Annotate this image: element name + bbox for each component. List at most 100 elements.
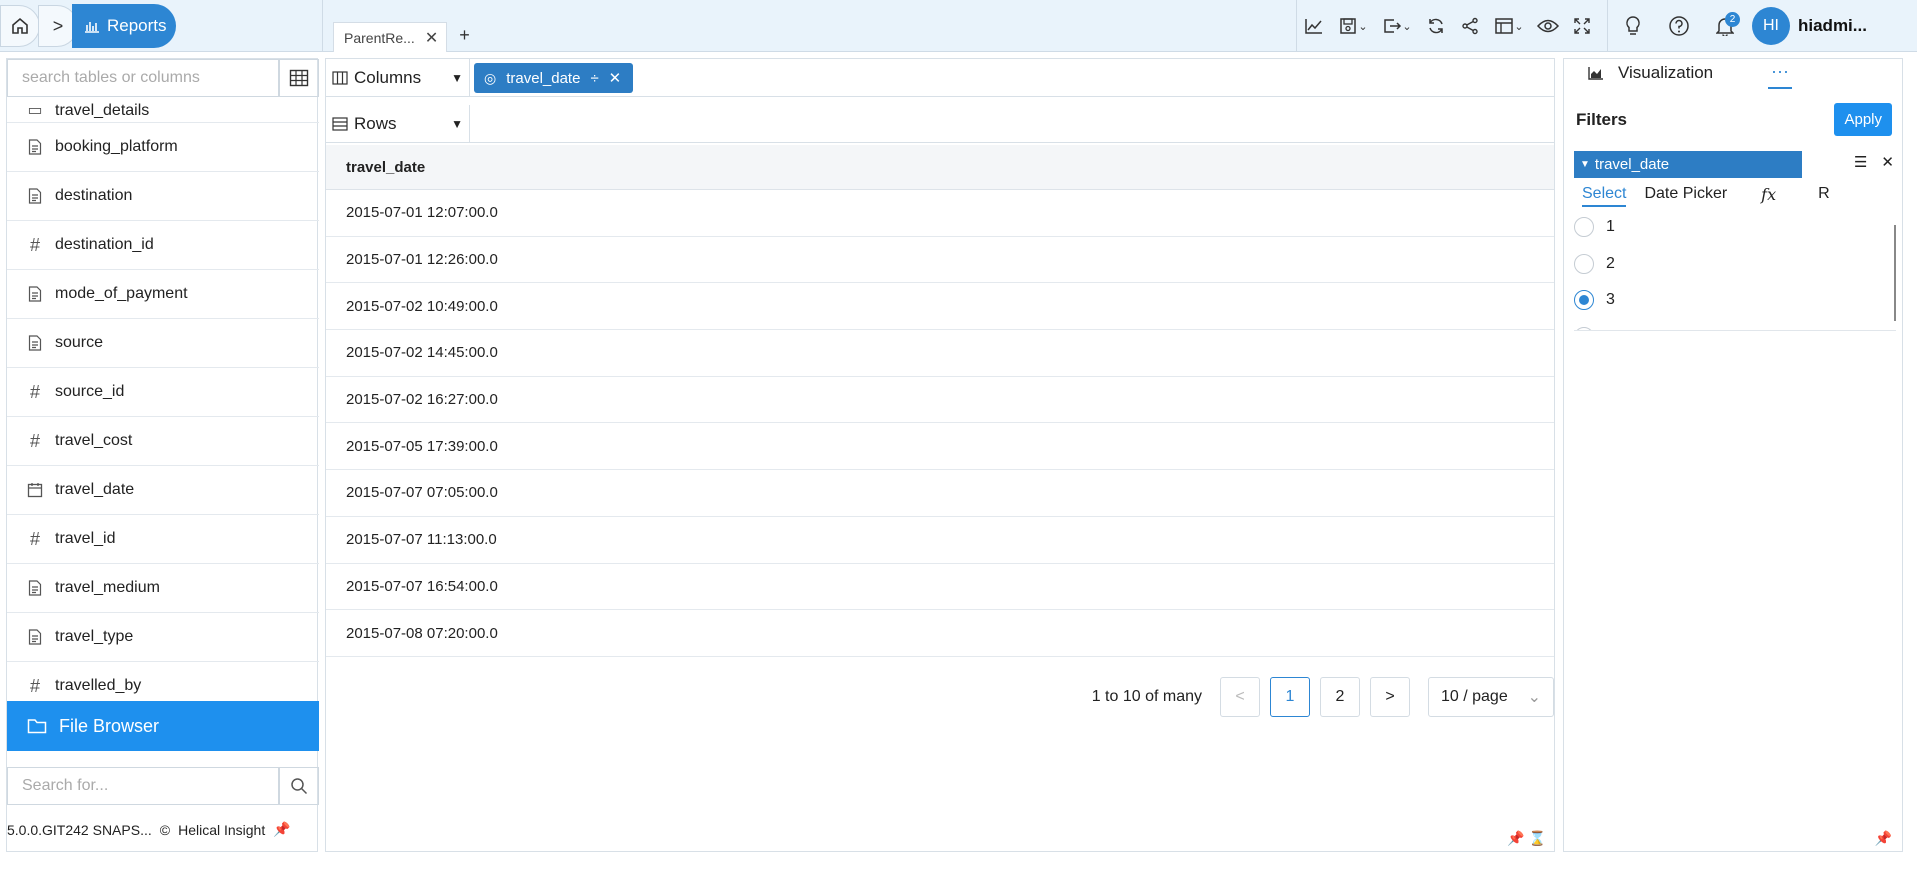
page-1-button[interactable]: 1 — [1270, 677, 1310, 717]
filter-option[interactable]: 4 — [1574, 319, 1896, 330]
version-text: 5.0.0.GIT242 SNAPS... — [7, 821, 152, 838]
field-item-travel-type[interactable]: travel_type — [7, 613, 319, 662]
fullscreen-icon[interactable] — [1565, 9, 1599, 43]
field-label: travel_type — [55, 628, 134, 645]
filter-chip[interactable]: ▼ travel_date — [1574, 151, 1802, 178]
hash-icon: # — [29, 430, 40, 451]
close-icon[interactable]: ✕ — [425, 28, 438, 48]
file-browser-button[interactable]: File Browser — [7, 701, 319, 751]
chevron-down-icon: ⌄ — [1527, 689, 1541, 706]
table-row: 2015-07-07 11:13:00.0 — [326, 517, 1554, 564]
line-chart-icon[interactable] — [1297, 9, 1331, 43]
share-icon[interactable] — [1453, 9, 1487, 43]
add-tab-button[interactable]: + — [459, 25, 470, 46]
field-item-mode-of-payment[interactable]: mode_of_payment — [7, 270, 319, 319]
filter-option[interactable]: 3 — [1574, 282, 1896, 319]
tab-more[interactable]: ··· — [1768, 61, 1792, 89]
report-canvas: Columns ▼ ◎ travel_date ÷ ✕ Rows ▼ trave… — [325, 58, 1555, 852]
refresh-icon[interactable] — [1419, 9, 1453, 43]
close-icon[interactable]: ✕ — [1881, 153, 1894, 171]
pin-icon[interactable]: 📌 — [1507, 830, 1524, 846]
radio-button[interactable] — [1574, 253, 1594, 274]
page-size-label: 10 / page — [1441, 688, 1508, 705]
caret-down-icon: ▼ — [451, 116, 463, 131]
columns-dropdown[interactable]: Columns ▼ — [326, 59, 470, 96]
layout-dropdown-icon[interactable]: ⌄ — [1487, 9, 1531, 43]
field-label: travel_details — [55, 102, 150, 119]
field-label: source — [55, 334, 104, 351]
hash-icon: # — [29, 381, 40, 402]
help-icon[interactable] — [1662, 9, 1696, 43]
field-item-travel-date[interactable]: travel_date — [7, 466, 319, 515]
avatar[interactable]: HI — [1752, 7, 1790, 45]
filter-option[interactable]: 2 — [1574, 246, 1896, 283]
tab-fx[interactable]: fx — [1761, 185, 1776, 207]
rows-dropdown[interactable]: Rows ▼ — [326, 105, 470, 142]
fields-panel: search tables or columns ▭ travel_detail… — [6, 58, 319, 852]
report-tabs: ParentRe... ✕ + — [322, 0, 470, 52]
radio-button[interactable] — [1574, 217, 1594, 238]
pin-icon[interactable]: 📌 — [273, 821, 290, 838]
field-label: travel_medium — [55, 579, 160, 596]
field-item-booking-platform[interactable]: booking_platform — [7, 123, 319, 172]
home-icon — [12, 17, 28, 34]
search-button[interactable] — [279, 767, 319, 805]
preview-icon[interactable] — [1531, 9, 1565, 43]
search-tables-input[interactable]: search tables or columns — [7, 59, 279, 97]
username[interactable]: hiadmi... — [1798, 16, 1867, 36]
bell-icon[interactable]: 2 — [1708, 9, 1742, 43]
save-dropdown-icon[interactable]: ⌄ — [1331, 9, 1375, 43]
reports-breadcrumb[interactable]: Reports — [72, 4, 176, 48]
field-label: booking_platform — [55, 138, 178, 155]
field-label: travelled_by — [55, 677, 142, 694]
tab-visualization[interactable]: Visualization — [1588, 63, 1713, 83]
field-item-destination-id[interactable]: # destination_id — [7, 221, 319, 270]
page-2-button[interactable]: 2 — [1320, 677, 1360, 717]
pin-icon[interactable]: 📌 — [1875, 830, 1892, 847]
list-icon[interactable]: ☰ — [1854, 153, 1867, 171]
field-item-source-id[interactable]: # source_id — [7, 368, 319, 417]
next-page-button[interactable]: > — [1370, 677, 1410, 717]
search-icon — [291, 778, 308, 795]
divide-icon[interactable]: ÷ — [590, 70, 598, 87]
export-dropdown-icon[interactable]: ⌄ — [1375, 9, 1419, 43]
version-footer: 5.0.0.GIT242 SNAPS... © Helical Insight … — [7, 821, 291, 838]
filter-option[interactable]: 1 — [1574, 215, 1896, 246]
field-item-destination[interactable]: destination — [7, 172, 319, 221]
caret-down-icon: ▼ — [1580, 159, 1590, 170]
field-item-travel-details[interactable]: ▭ travel_details — [7, 97, 319, 123]
document-icon — [25, 188, 45, 204]
lightbulb-icon[interactable] — [1616, 9, 1650, 43]
option-label: 4 — [1606, 328, 1615, 330]
toolbar-divider — [1607, 0, 1608, 52]
prev-page-button[interactable]: < — [1220, 677, 1260, 717]
field-item-travelled-by[interactable]: # travelled_by — [7, 662, 319, 701]
scrollbar[interactable] — [1894, 225, 1896, 321]
columns-shelf: Columns ▼ ◎ travel_date ÷ ✕ — [326, 59, 1554, 97]
columns-label: Columns — [354, 67, 422, 87]
radio-button[interactable] — [1574, 290, 1594, 311]
page-size-select[interactable]: 10 / page ⌄ — [1428, 677, 1554, 717]
pagination-summary: 1 to 10 of many — [1091, 688, 1202, 705]
search-files-input[interactable]: Search for... — [7, 767, 279, 805]
field-item-travel-id[interactable]: # travel_id — [7, 515, 319, 564]
radio-button[interactable] — [1574, 326, 1594, 330]
tab-select[interactable]: Select — [1582, 185, 1627, 207]
field-item-travel-medium[interactable]: travel_medium — [7, 564, 319, 613]
table-header-travel-date[interactable]: travel_date — [326, 145, 1554, 190]
field-item-travel-cost[interactable]: # travel_cost — [7, 417, 319, 466]
data-table: travel_date 2015-07-01 12:07:00.0 2015-07… — [326, 145, 1554, 657]
tab-date-picker[interactable]: Date Picker — [1644, 185, 1727, 207]
table-row: 2015-07-02 16:27:00.0 — [326, 377, 1554, 424]
field-label: travel_date — [55, 481, 135, 498]
apply-button[interactable]: Apply — [1834, 103, 1892, 136]
table-view-button[interactable] — [279, 59, 319, 97]
tab-parent-report[interactable]: ParentRe... ✕ — [333, 22, 448, 52]
close-icon[interactable]: ✕ — [609, 69, 622, 87]
field-item-source[interactable]: source — [7, 319, 319, 368]
home-button[interactable] — [0, 5, 40, 47]
tab-r[interactable]: R — [1818, 185, 1830, 207]
document-icon — [25, 139, 45, 155]
field-label: travel_cost — [55, 432, 133, 449]
column-chip-travel-date[interactable]: ◎ travel_date ÷ ✕ — [474, 63, 634, 93]
